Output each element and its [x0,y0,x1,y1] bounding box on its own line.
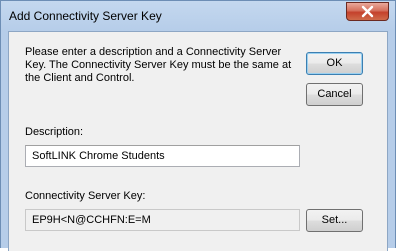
dialog-body: Please enter a description and a Connect… [8,31,388,251]
dialog-window: Add Connectivity Server Key Please enter… [0,0,396,251]
window-title: Add Connectivity Server Key [9,9,162,23]
server-key-label: Connectivity Server Key: [25,190,146,202]
server-key-field: EP9H<N@CCHFN:E=M [25,209,300,231]
cancel-button[interactable]: Cancel [306,83,363,106]
description-label: Description: [25,126,84,138]
set-button[interactable]: Set... [306,209,363,232]
description-field[interactable]: SoftLINK Chrome Students [25,145,300,167]
title-bar[interactable]: Add Connectivity Server Key [1,1,395,31]
ok-button[interactable]: OK [306,52,363,75]
close-button[interactable] [346,2,389,21]
close-icon [361,5,374,18]
instructions-text: Please enter a description and a Connect… [25,46,292,84]
